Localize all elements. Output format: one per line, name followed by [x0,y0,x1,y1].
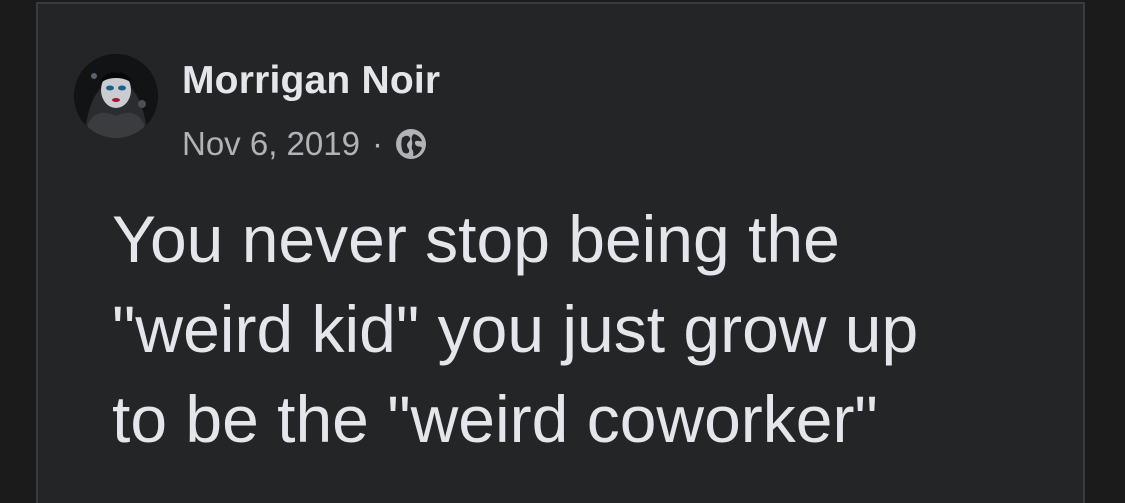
author-avatar[interactable] [74,54,158,138]
page: Morrigan Noir Nov 6, 2019 · You never st… [0,0,1125,503]
meta-separator: · [371,125,383,162]
avatar-image [74,54,158,138]
post-card: Morrigan Noir Nov 6, 2019 · You never st… [36,2,1085,503]
post-text-line-2: "weird kid" you just grow up [112,292,919,366]
post-meta: Nov 6, 2019 · [182,124,429,164]
post-text-line-1: You never stop being the [112,202,840,276]
globe-icon[interactable] [393,126,429,162]
post-text: You never stop being the "weird kid" you… [112,194,1072,464]
post-date[interactable]: Nov 6, 2019 [182,125,360,163]
post-text-line-3: to be the "weird coworker" [112,382,878,456]
author-name[interactable]: Morrigan Noir [182,59,440,103]
